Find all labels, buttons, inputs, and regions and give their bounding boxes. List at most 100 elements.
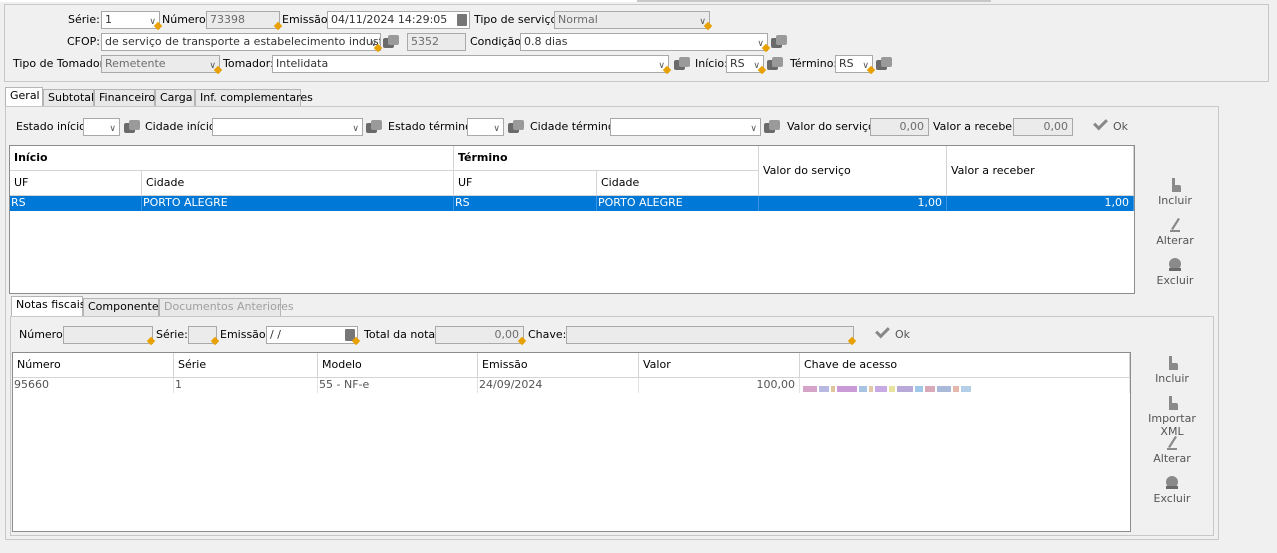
emissao-field[interactable]: 04/11/2024 14:29:05 [327,11,470,29]
trechos-grid[interactable]: Início Término Valor do serviço Valor a … [9,145,1135,294]
nf-alterar-button[interactable]: Alterar [1137,436,1207,465]
cell-valor-receber: 1,00 [947,196,1134,211]
lookup-icon[interactable] [366,120,382,134]
col-modelo[interactable]: Modelo [318,353,478,378]
lookup-icon[interactable] [674,57,690,71]
main-tabbar: Geral Subtotal Financeiro Carga Inf. com… [5,87,313,107]
tomador-value: Intelidata [276,57,329,70]
lookup-icon[interactable] [508,120,524,134]
valor-servico-field[interactable]: 0,00 [870,118,929,136]
excluir-label: Excluir [1156,274,1194,287]
cidade-inicio-select[interactable]: ∨ [212,118,363,136]
lookup-icon[interactable] [767,57,783,71]
cidade-termino-select[interactable]: ∨ [610,118,761,136]
col-valor-servico[interactable]: Valor do serviço [759,146,947,196]
estado-inicio-select[interactable]: ∨ [83,118,120,136]
pencil-icon [1167,436,1177,450]
hand-pointer-icon [1169,396,1178,410]
lookup-icon[interactable] [383,35,399,49]
nf-excluir-button[interactable]: Excluir [1137,476,1207,505]
col-uf-termino[interactable]: UF [454,171,597,196]
nf-incluir-button[interactable]: Incluir [1137,356,1207,385]
lookup-icon[interactable] [876,57,892,71]
col-valor-receber[interactable]: Valor a receber [947,146,1134,196]
nf-chave-label: Chave: [528,328,567,341]
tipo-tomador-select[interactable]: Remetente ∨ [101,55,220,73]
cell-cidade-termino: PORTO ALEGRE [597,196,759,211]
incluir-button[interactable]: Incluir [1140,178,1210,207]
tomador-select[interactable]: Intelidata ∨ [272,55,669,73]
termino-label: Término: [790,57,838,70]
tab-financeiro[interactable]: Financeiro [94,89,155,107]
pencil-icon [1170,218,1180,232]
nf-numero-field[interactable] [63,326,153,344]
col-serie[interactable]: Série [174,353,318,378]
tipo-tomador-value: Remetente [105,57,166,70]
serie-select[interactable]: 1 ∨ [101,11,160,29]
nf-ok-button[interactable]: Ok [875,323,910,343]
tab-geral[interactable]: Geral [5,87,43,107]
tab-documentos-anteriores[interactable]: Documentos Anteriores [159,298,294,316]
nf-emissao-value: / / [270,328,281,341]
serie-label: Série: [68,13,100,26]
cfop-label: CFOP: [67,35,101,48]
cell-valor-servico: 1,00 [759,196,947,211]
nf-total-label: Total da nota: [364,328,439,341]
table-row[interactable]: 95660 1 55 - NF-e 24/09/2024 100,00 [13,378,1130,393]
col-uf-inicio[interactable]: UF [10,171,142,196]
cell-uf-termino: RS [454,196,597,211]
col-cidade-termino[interactable]: Cidade [597,171,759,196]
col-valor[interactable]: Valor [639,353,800,378]
tomador-label: Tomador: [223,57,274,70]
nf-chave-field[interactable] [566,326,854,344]
cell-serie: 1 [174,378,318,393]
nf-numero-label: Número: [19,328,67,341]
col-cidade-inicio[interactable]: Cidade [142,171,454,196]
tipo-servico-select[interactable]: Normal ∨ [554,11,710,29]
delete-icon [1169,258,1181,271]
tab-notas-fiscais[interactable]: Notas fiscais [11,296,85,316]
nf-incluir-label: Incluir [1155,372,1189,385]
termino-value: RS [839,57,854,70]
col-emissao[interactable]: Emissão [478,353,639,378]
cell-cidade-inicio: PORTO ALEGRE [142,196,454,211]
ok-button[interactable]: Ok [1093,115,1128,135]
col-numero[interactable]: Número [13,353,174,378]
cfop-code-field[interactable]: 5352 [407,33,466,51]
alterar-button[interactable]: Alterar [1140,218,1210,247]
inicio-label: Início: [695,57,728,70]
cidade-inicio-label: Cidade início: [145,120,220,133]
header-group-termino: Término [454,146,759,171]
notas-grid[interactable]: Número Série Modelo Emissão Valor Chave … [12,352,1131,532]
importar-xml-button[interactable]: Importar XML [1137,396,1207,438]
estado-termino-select[interactable]: ∨ [467,118,504,136]
lookup-icon[interactable] [124,120,140,134]
tipo-tomador-label: Tipo de Tomador: [13,57,108,70]
valor-receber-label: Valor a receber: [933,120,1021,133]
chevron-down-icon: ∨ [493,124,500,134]
lookup-icon[interactable] [771,35,787,49]
table-row[interactable]: RS PORTO ALEGRE RS PORTO ALEGRE 1,00 1,0… [10,196,1134,211]
header-group-inicio: Início [10,146,454,171]
nf-alterar-label: Alterar [1153,452,1191,465]
cell-emissao: 24/09/2024 [478,378,639,393]
nf-total-field[interactable]: 0,00 [435,326,524,344]
calendar-icon[interactable] [457,14,467,26]
col-chave-acesso[interactable]: Chave de acesso [800,353,1130,378]
inicio-value: RS [730,57,745,70]
tab-componentes[interactable]: Componentes [83,298,164,316]
nf-excluir-label: Excluir [1153,492,1191,505]
valor-receber-field[interactable]: 0,00 [1013,118,1073,136]
serie-value: 1 [105,13,112,26]
numero-field[interactable]: 73398 [206,11,280,29]
tab-subtotal[interactable]: Subtotal [43,89,94,107]
tab-inf-complementares[interactable]: Inf. complementares [195,89,313,107]
cfop-select[interactable]: de serviço de transporte a estabelecimen… [101,33,381,51]
excluir-button[interactable]: Excluir [1140,258,1210,287]
emissao-label: Emissão: [282,13,332,26]
lookup-icon[interactable] [764,120,780,134]
tab-carga[interactable]: Carga [155,89,195,107]
nf-emissao-field[interactable]: / / [266,326,358,344]
condicao-select[interactable]: 0.8 dias ∨ [520,33,768,51]
estado-termino-label: Estado término: [388,120,476,133]
